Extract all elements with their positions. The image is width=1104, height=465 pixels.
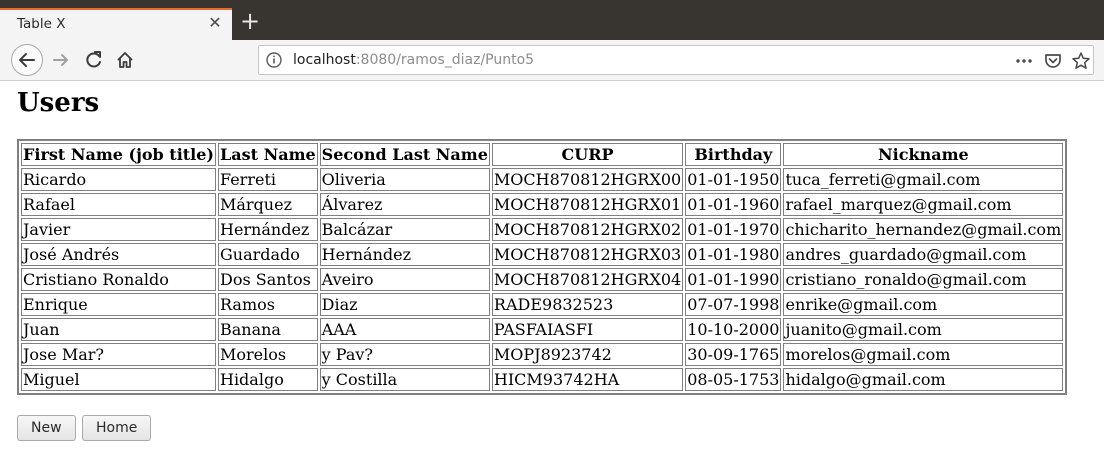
table-cell: Miguel bbox=[21, 368, 216, 391]
table-cell: y Costilla bbox=[319, 368, 490, 391]
table-cell: Balcázar bbox=[319, 218, 490, 241]
column-header: Second Last Name bbox=[319, 143, 490, 166]
table-row: Jose Mar? Morelos y Pav? MOPJ8923742 30-… bbox=[21, 343, 1064, 366]
table-cell: Hidalgo bbox=[217, 368, 318, 391]
pocket-icon[interactable] bbox=[1043, 51, 1063, 71]
table-cell: hidalgo@gmail.com bbox=[783, 368, 1064, 391]
table-cell: Márquez bbox=[217, 193, 318, 216]
table-cell: AAA bbox=[319, 318, 490, 341]
table-cell: Diaz bbox=[319, 293, 490, 316]
table-cell: Ferreti bbox=[217, 168, 318, 191]
tab-strip: Table X ✕ + bbox=[0, 0, 1104, 40]
url-host: localhost bbox=[293, 52, 356, 68]
table-cell: 01-01-1960 bbox=[685, 193, 782, 216]
table-cell: Aveiro bbox=[319, 268, 490, 291]
navigation-bar: localhost:8080/ramos_diaz/Punto5 bbox=[0, 40, 1104, 81]
table-cell: Juan bbox=[21, 318, 216, 341]
table-row: José Andrés Guardado Hernández MOCH87081… bbox=[21, 243, 1064, 266]
back-arrow-icon bbox=[19, 53, 35, 67]
tab-title: Table X bbox=[17, 16, 66, 32]
table-cell: 30-09-1765 bbox=[685, 343, 782, 366]
table-row: Cristiano Ronaldo Dos Santos Aveiro MOCH… bbox=[21, 268, 1064, 291]
table-cell: Banana bbox=[217, 318, 318, 341]
table-cell: MOCH870812HGRX04 bbox=[491, 268, 684, 291]
table-cell: y Pav? bbox=[319, 343, 490, 366]
url-bar[interactable]: localhost:8080/ramos_diaz/Punto5 bbox=[258, 45, 1094, 75]
table-cell: chicharito_hernandez@gmail.com bbox=[783, 218, 1064, 241]
table-cell: Oliveria bbox=[319, 168, 490, 191]
table-cell: José Andrés bbox=[21, 243, 216, 266]
table-row: Juan Banana AAA PASFAIASFI 10-10-2000 ju… bbox=[21, 318, 1064, 341]
page-title: Users bbox=[17, 88, 100, 118]
users-table: First Name (job title) Last Name Second … bbox=[17, 139, 1068, 395]
column-header: Birthday bbox=[685, 143, 782, 166]
table-cell: Álvarez bbox=[319, 193, 490, 216]
table-row: Javier Hernández Balcázar MOCH870812HGRX… bbox=[21, 218, 1064, 241]
table-cell: enrike@gmail.com bbox=[783, 293, 1064, 316]
table-row: Enrique Ramos Diaz RADE9832523 07-07-199… bbox=[21, 293, 1064, 316]
url-path: :8080/ramos_diaz/Punto5 bbox=[355, 52, 535, 68]
home-icon[interactable] bbox=[115, 50, 135, 70]
table-cell: Cristiano Ronaldo bbox=[21, 268, 216, 291]
home-button[interactable]: Home bbox=[82, 415, 152, 441]
new-button[interactable]: New bbox=[17, 415, 76, 441]
table-cell: Javier bbox=[21, 218, 216, 241]
browser-tab[interactable]: Table X ✕ bbox=[0, 8, 232, 40]
back-button[interactable] bbox=[11, 44, 43, 76]
table-cell: juanito@gmail.com bbox=[783, 318, 1064, 341]
table-cell: 07-07-1998 bbox=[685, 293, 782, 316]
forward-arrow-icon[interactable] bbox=[51, 50, 71, 70]
table-cell: 01-01-1980 bbox=[685, 243, 782, 266]
info-icon[interactable] bbox=[265, 51, 283, 69]
star-icon[interactable] bbox=[1071, 51, 1091, 71]
table-cell: PASFAIASFI bbox=[491, 318, 684, 341]
table-cell: MOCH870812HGRX03 bbox=[491, 243, 684, 266]
table-cell: RADE9832523 bbox=[491, 293, 684, 316]
table-cell: 01-01-1970 bbox=[685, 218, 782, 241]
table-cell: Jose Mar? bbox=[21, 343, 216, 366]
table-cell: 08-05-1753 bbox=[685, 368, 782, 391]
column-header: Nickname bbox=[783, 143, 1064, 166]
table-cell: cristiano_ronaldo@gmail.com bbox=[783, 268, 1064, 291]
table-row: Miguel Hidalgo y Costilla HICM93742HA 08… bbox=[21, 368, 1064, 391]
table-cell: 01-01-1950 bbox=[685, 168, 782, 191]
table-cell: HICM93742HA bbox=[491, 368, 684, 391]
table-cell: andres_guardado@gmail.com bbox=[783, 243, 1064, 266]
table-cell: tuca_ferreti@gmail.com bbox=[783, 168, 1064, 191]
reload-icon[interactable] bbox=[84, 50, 104, 70]
table-cell: 10-10-2000 bbox=[685, 318, 782, 341]
table-row: Ricardo Ferreti Oliveria MOCH870812HGRX0… bbox=[21, 168, 1064, 191]
table-cell: Rafael bbox=[21, 193, 216, 216]
table-cell: Ricardo bbox=[21, 168, 216, 191]
table-cell: Dos Santos bbox=[217, 268, 318, 291]
table-cell: MOCH870812HGRX00 bbox=[491, 168, 684, 191]
table-cell: Hernández bbox=[217, 218, 318, 241]
table-cell: 01-01-1990 bbox=[685, 268, 782, 291]
table-cell: morelos@gmail.com bbox=[783, 343, 1064, 366]
table-header-row: First Name (job title) Last Name Second … bbox=[21, 143, 1064, 166]
page-content: Users First Name (job title) Last Name S… bbox=[0, 81, 1104, 465]
table-cell: Ramos bbox=[217, 293, 318, 316]
close-icon[interactable]: ✕ bbox=[207, 15, 223, 31]
table-cell: MOCH870812HGRX02 bbox=[491, 218, 684, 241]
column-header: CURP bbox=[491, 143, 684, 166]
table-cell: Hernández bbox=[319, 243, 490, 266]
table-cell: Guardado bbox=[217, 243, 318, 266]
table-cell: Morelos bbox=[217, 343, 318, 366]
table-cell: MOPJ8923742 bbox=[491, 343, 684, 366]
plus-icon[interactable]: + bbox=[240, 9, 260, 33]
table-cell: Enrique bbox=[21, 293, 216, 316]
table-cell: rafael_marquez@gmail.com bbox=[783, 193, 1064, 216]
column-header: Last Name bbox=[217, 143, 318, 166]
column-header: First Name (job title) bbox=[21, 143, 216, 166]
table-cell: MOCH870812HGRX01 bbox=[491, 193, 684, 216]
table-row: Rafael Márquez Álvarez MOCH870812HGRX01 … bbox=[21, 193, 1064, 216]
more-dots-icon[interactable] bbox=[1014, 51, 1034, 71]
url-text: localhost:8080/ramos_diaz/Punto5 bbox=[293, 52, 534, 68]
